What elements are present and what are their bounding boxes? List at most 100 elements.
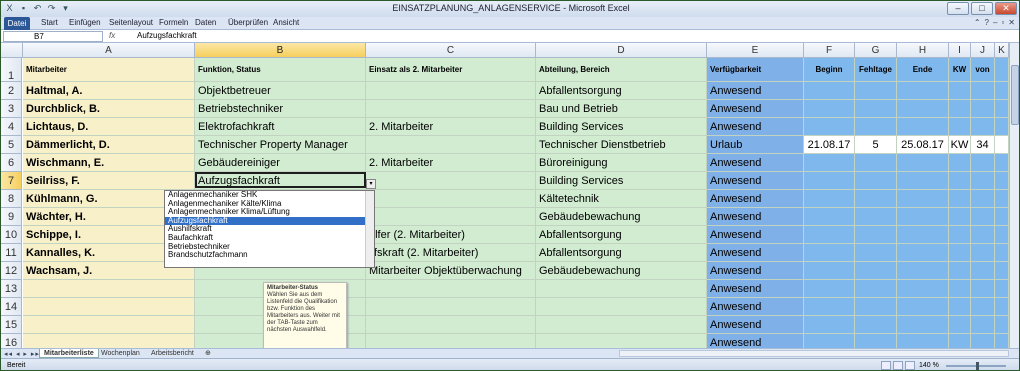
header-cell-i[interactable]: KW: [949, 58, 971, 82]
cell-c[interactable]: 2. Mitarbeiter: [366, 118, 536, 136]
cell-i[interactable]: [949, 298, 971, 316]
row-header[interactable]: 13: [1, 280, 22, 298]
cell-h[interactable]: [897, 280, 949, 298]
cell-e[interactable]: Anwesend: [707, 190, 804, 208]
cell-e[interactable]: Urlaub: [707, 136, 804, 154]
help-icon[interactable]: ?: [985, 18, 989, 27]
workbook-minimize-icon[interactable]: –: [993, 18, 997, 27]
header-cell-d[interactable]: Abteilung, Bereich: [536, 58, 707, 82]
cell-k[interactable]: [995, 136, 1009, 154]
dropdown-scrollbar[interactable]: [365, 191, 374, 267]
column-header-f[interactable]: F: [804, 43, 855, 58]
cell-f[interactable]: [804, 118, 855, 136]
header-cell-f[interactable]: Beginn: [804, 58, 855, 82]
cell-e[interactable]: Anwesend: [707, 298, 804, 316]
cell-e[interactable]: Anwesend: [707, 118, 804, 136]
row-header[interactable]: 14: [1, 298, 22, 316]
cell-b[interactable]: Aufzugsfachkraft: [195, 172, 366, 190]
tab-ansicht[interactable]: Ansicht: [273, 18, 299, 27]
cell-e[interactable]: Anwesend: [707, 154, 804, 172]
header-cell-e[interactable]: Verfügbarkeit: [707, 58, 804, 82]
cell-i[interactable]: [949, 334, 971, 348]
header-cell-k[interactable]: [995, 58, 1009, 82]
cell-i[interactable]: [949, 226, 971, 244]
cell-h[interactable]: [897, 172, 949, 190]
cell-d[interactable]: Abfallentsorgung: [536, 82, 707, 100]
cell-h[interactable]: [897, 298, 949, 316]
cell-c[interactable]: elfer (2. Mitarbeiter): [366, 226, 536, 244]
cell-g[interactable]: [855, 208, 897, 226]
cell-j[interactable]: [971, 226, 995, 244]
cell-g[interactable]: [855, 226, 897, 244]
dropdown-option[interactable]: Brandschutzfachmann: [165, 251, 374, 260]
vertical-scrollbar[interactable]: [1009, 43, 1019, 348]
cell-e[interactable]: Anwesend: [707, 262, 804, 280]
cell-b[interactable]: Gebäudereiniger: [195, 154, 366, 172]
tab-seitenlayout[interactable]: Seitenlayout: [109, 18, 153, 27]
worksheet-grid[interactable]: A B C D E F G H I J K 1 Mitarbeiter Funktion, Status E…: [1, 43, 1009, 348]
name-box[interactable]: B7: [3, 31, 103, 42]
tab-start[interactable]: Start: [41, 18, 58, 27]
cell-a[interactable]: Seilriss, F.: [23, 172, 195, 190]
cell-i[interactable]: [949, 82, 971, 100]
cell-h[interactable]: [897, 118, 949, 136]
cell-j[interactable]: [971, 82, 995, 100]
cell-h[interactable]: [897, 316, 949, 334]
header-cell-g[interactable]: Fehltage: [855, 58, 897, 82]
cell-f[interactable]: [804, 298, 855, 316]
cell-a[interactable]: [23, 298, 195, 316]
cell-f[interactable]: [804, 190, 855, 208]
header-cell-a[interactable]: Mitarbeiter: [23, 58, 195, 82]
cell-f[interactable]: [804, 82, 855, 100]
workbook-restore-icon[interactable]: ▫: [1001, 18, 1004, 27]
tab-datei[interactable]: Datei: [4, 17, 30, 30]
row-header[interactable]: 11: [1, 244, 22, 262]
cell-k[interactable]: [995, 118, 1009, 136]
cell-j[interactable]: [971, 154, 995, 172]
header-cell-b[interactable]: Funktion, Status: [195, 58, 366, 82]
column-header-k[interactable]: K: [995, 43, 1009, 58]
row-header[interactable]: 2: [1, 82, 22, 100]
cell-i[interactable]: [949, 316, 971, 334]
validation-dropdown-list[interactable]: Anlagenmechaniker SHK Anlagenmechaniker K…: [164, 190, 375, 268]
minimize-button[interactable]: –: [947, 2, 969, 15]
tab-formeln[interactable]: Formeln: [159, 18, 188, 27]
cell-k[interactable]: [995, 316, 1009, 334]
cell-a[interactable]: [23, 316, 195, 334]
cell-d[interactable]: Abfallentsorgung: [536, 226, 707, 244]
cell-i[interactable]: [949, 100, 971, 118]
tab-ueberpruefen[interactable]: Überprüfen: [228, 18, 268, 27]
column-header-d[interactable]: D: [536, 43, 707, 58]
cell-c[interactable]: [366, 208, 536, 226]
cell-f[interactable]: [804, 244, 855, 262]
normal-view-icon[interactable]: [881, 361, 891, 370]
cell-i[interactable]: [949, 118, 971, 136]
cell-e[interactable]: Anwesend: [707, 244, 804, 262]
cell-j[interactable]: 34: [971, 136, 995, 154]
column-header-i[interactable]: I: [949, 43, 971, 58]
cell-b[interactable]: Betriebstechniker: [195, 100, 366, 118]
cell-g[interactable]: [855, 100, 897, 118]
cell-g[interactable]: [855, 82, 897, 100]
expand-ribbon-icon[interactable]: ⌃: [974, 18, 981, 27]
cell-g[interactable]: [855, 262, 897, 280]
cell-h[interactable]: [897, 334, 949, 348]
cell-k[interactable]: [995, 244, 1009, 262]
cell-f[interactable]: [804, 262, 855, 280]
zoom-level[interactable]: 140 %: [919, 362, 939, 369]
cell-b[interactable]: Objektbetreuer: [195, 82, 366, 100]
header-cell-h[interactable]: Ende: [897, 58, 949, 82]
page-layout-view-icon[interactable]: [893, 361, 903, 370]
sheet-tab-arbeitsbericht[interactable]: Arbeitsbericht: [147, 349, 198, 358]
cell-d[interactable]: Building Services: [536, 172, 707, 190]
cell-i[interactable]: [949, 262, 971, 280]
cell-k[interactable]: [995, 100, 1009, 118]
cell-d[interactable]: [536, 298, 707, 316]
cell-c[interactable]: [366, 82, 536, 100]
row-header[interactable]: 12: [1, 262, 22, 280]
cell-j[interactable]: [971, 208, 995, 226]
cell-k[interactable]: [995, 172, 1009, 190]
cell-c[interactable]: Mitarbeiter Objektüberwachung: [366, 262, 536, 280]
cell-f[interactable]: 21.08.17: [804, 136, 855, 154]
column-header-a[interactable]: A: [23, 43, 195, 58]
